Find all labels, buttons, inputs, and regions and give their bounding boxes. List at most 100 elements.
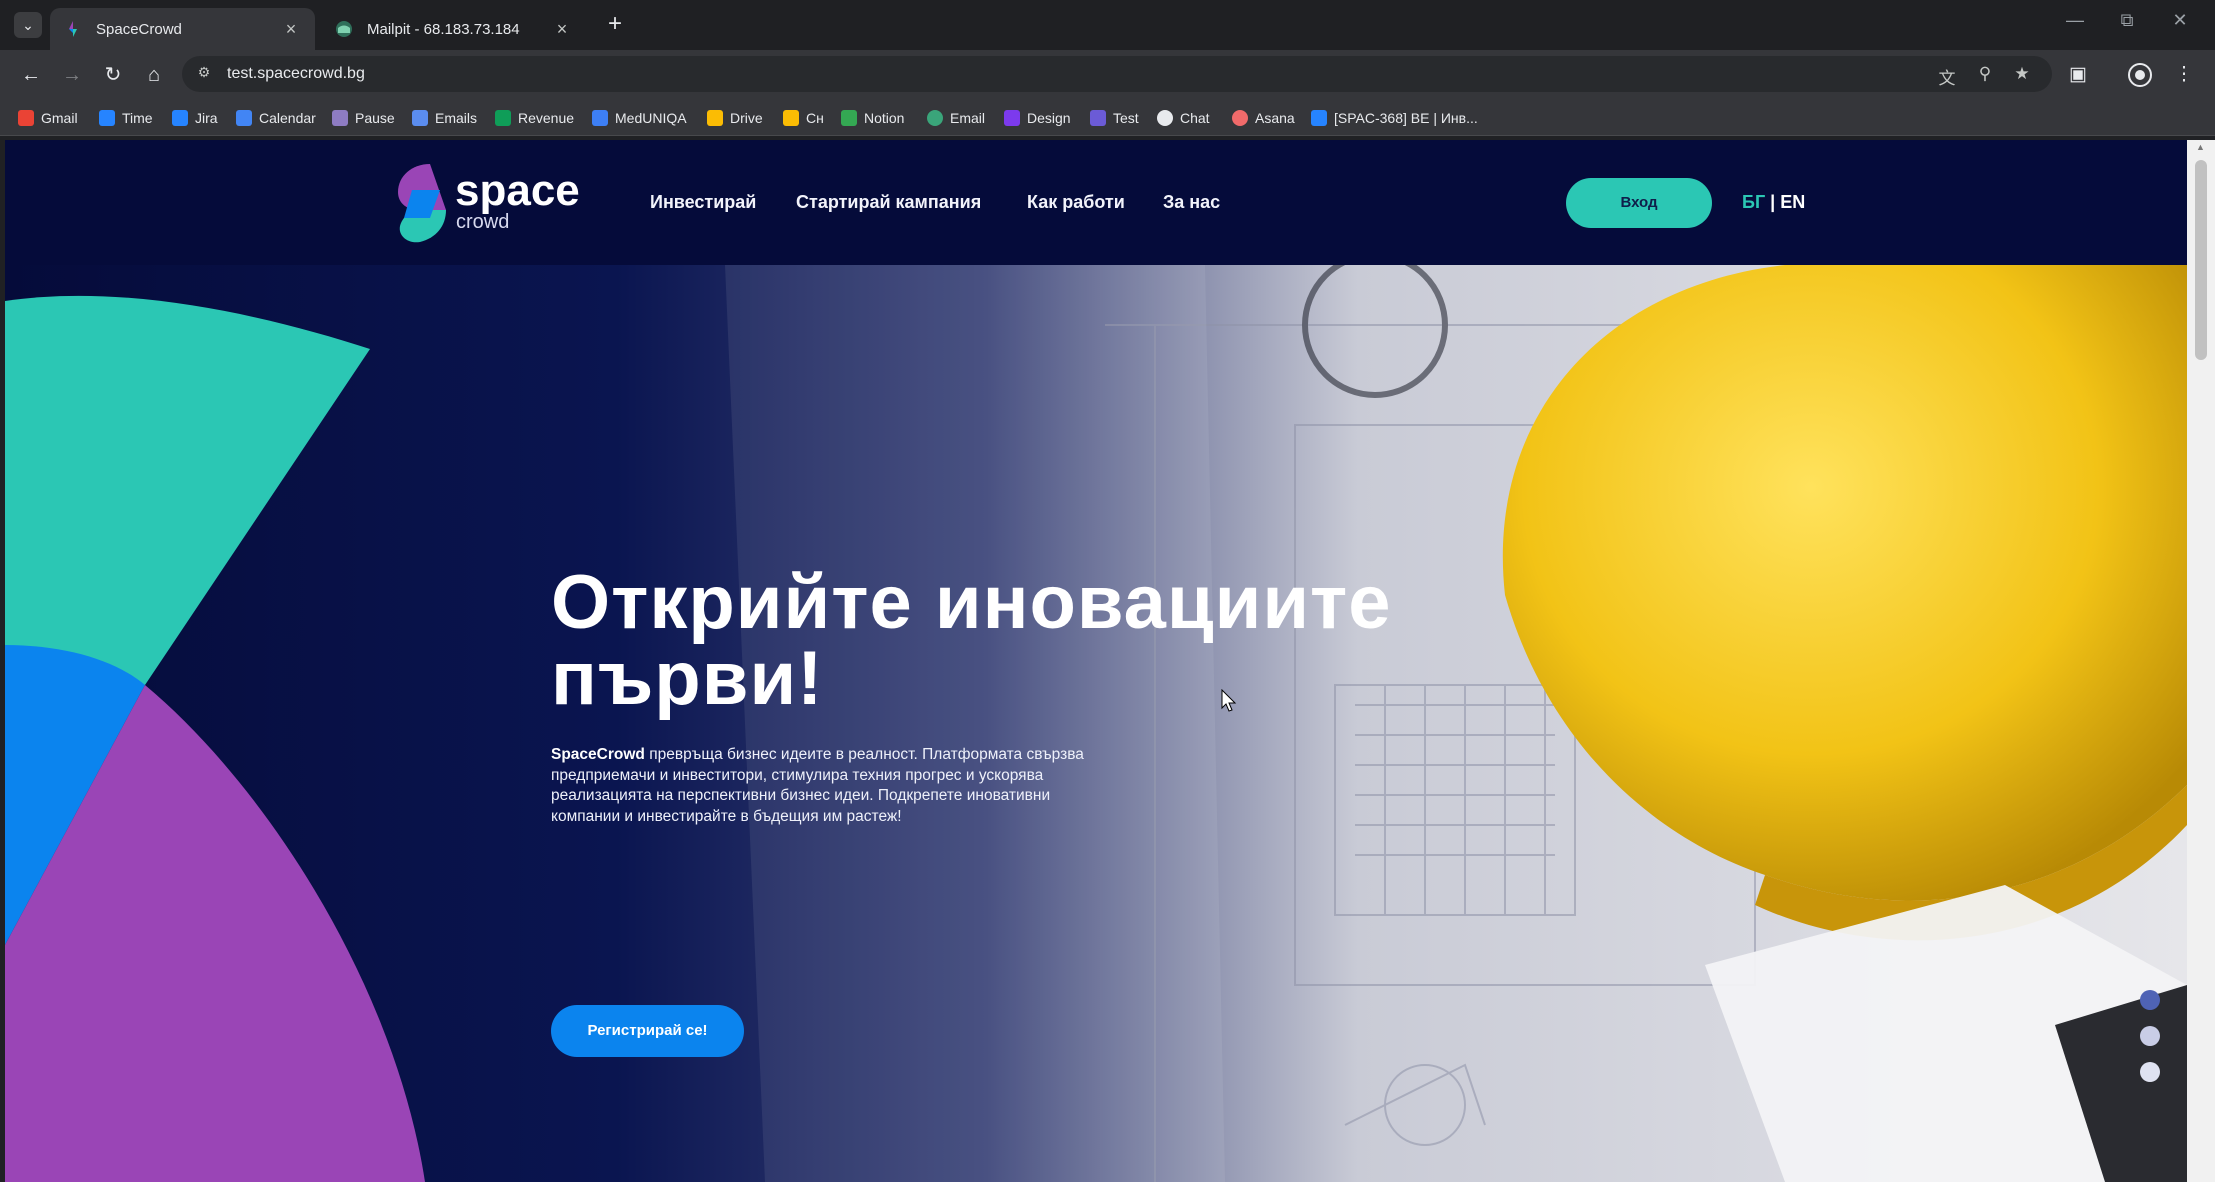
close-window-icon[interactable]: ✕: [2160, 10, 2200, 31]
globe-icon: [927, 110, 943, 126]
address-bar[interactable]: ⚙ test.spacecrowd.bg 文 ⚲ ★: [182, 56, 2052, 92]
site-info-icon[interactable]: ⚙: [194, 64, 214, 84]
page-scrollbar[interactable]: ▲: [2187, 140, 2215, 1182]
scrollbar-thumb[interactable]: [2195, 160, 2207, 360]
translate-icon[interactable]: 文: [1936, 64, 1958, 89]
nav-how-it-works[interactable]: Как работи: [1027, 192, 1125, 213]
menu-icon[interactable]: ⋮: [2168, 59, 2200, 91]
drive-icon: [783, 110, 799, 126]
drive-icon: [707, 110, 723, 126]
restore-icon[interactable]: ⧉: [2107, 10, 2147, 31]
bookmark-label: Сн: [806, 110, 824, 126]
bookmark-revenue[interactable]: Revenue: [495, 107, 574, 129]
bookmark-time[interactable]: Time: [99, 107, 153, 129]
back-button[interactable]: ←: [15, 59, 47, 91]
lang-separator: |: [1765, 192, 1781, 212]
jira-icon: [172, 110, 188, 126]
meduniqa-icon: [592, 110, 608, 126]
mouse-cursor-icon: [1221, 689, 1237, 712]
bookmark-sn[interactable]: Сн: [783, 107, 824, 129]
pause-icon: [332, 110, 348, 126]
bookmark-chat[interactable]: Chat: [1157, 107, 1210, 129]
profile-avatar[interactable]: [2124, 59, 2156, 91]
bookmark-label: Design: [1027, 110, 1071, 126]
bookmark-star-icon[interactable]: ★: [2011, 64, 2033, 84]
tab-title: SpaceCrowd: [96, 20, 182, 38]
bookmark-label: Test: [1113, 110, 1139, 126]
sheets-icon: [495, 110, 511, 126]
logo-subtext: crowd: [456, 211, 510, 233]
tab-spacecrowd[interactable]: SpaceCrowd ×: [50, 8, 315, 50]
bookmark-meduniqa[interactable]: MedUNIQA: [592, 107, 687, 129]
hero-description: SpaceCrowd превръща бизнес идеите в реал…: [551, 745, 1091, 827]
close-tab-icon[interactable]: ×: [281, 19, 301, 40]
scroll-up-icon[interactable]: ▲: [2196, 142, 2206, 152]
slider-dot[interactable]: [2140, 1062, 2160, 1082]
bookmark-label: Gmail: [41, 110, 78, 126]
close-tab-icon[interactable]: ×: [552, 19, 572, 40]
register-button[interactable]: Регистрирай се!: [551, 1005, 744, 1057]
bookmark-label: Revenue: [518, 110, 575, 126]
hero-background-image: [5, 265, 2187, 1182]
bookmark-label: Pause: [355, 110, 395, 126]
bookmark-label: Email: [950, 110, 986, 126]
forward-button[interactable]: →: [56, 59, 88, 91]
bookmark-notion[interactable]: Notion: [841, 107, 904, 129]
bookmark-gmail[interactable]: Gmail: [18, 107, 78, 129]
design-icon: [1004, 110, 1020, 126]
language-switcher: БГ | EN: [1742, 192, 1805, 213]
bookmark-label: Drive: [730, 110, 763, 126]
hero-title-line: Открийте иновациите: [551, 560, 1392, 645]
asana-icon: [1232, 110, 1248, 126]
hero-title-line: първи!: [551, 636, 824, 721]
bookmark-emails[interactable]: Emails: [412, 107, 477, 129]
people-icon: [412, 110, 428, 126]
nav-invest[interactable]: Инвестирай: [650, 192, 756, 213]
spacecrowd-icon: [1090, 110, 1106, 126]
bookmark-label: Time: [122, 110, 153, 126]
url-text[interactable]: test.spacecrowd.bg: [227, 65, 365, 83]
slider-dots: [2140, 990, 2160, 1098]
logo-text: space: [455, 166, 580, 215]
home-button[interactable]: ⌂: [138, 59, 170, 91]
reload-button[interactable]: ↻: [97, 59, 129, 91]
chevron-down-icon: ⌄: [22, 16, 34, 33]
lang-bg-link[interactable]: БГ: [1742, 192, 1765, 212]
slider-dot[interactable]: [2140, 1026, 2160, 1046]
tab-mailpit[interactable]: Mailpit - 68.183.73.184 ×: [321, 8, 586, 50]
bookmark-pause[interactable]: Pause: [332, 107, 395, 129]
bookmark-jira[interactable]: Jira: [172, 107, 218, 129]
bookmark-drive[interactable]: Drive: [707, 107, 763, 129]
lang-en-link[interactable]: EN: [1780, 192, 1805, 212]
browser-toolbar: ← → ↻ ⌂ ⚙ test.spacecrowd.bg 文 ⚲ ★ ▣ ⋮: [0, 50, 2215, 100]
spacecrowd-favicon-icon: [69, 21, 77, 37]
nav-start-campaign[interactable]: Стартирай кампания: [796, 192, 981, 213]
bookmark-design[interactable]: Design: [1004, 107, 1071, 129]
login-button[interactable]: Вход: [1566, 178, 1712, 228]
extensions-icon[interactable]: ▣: [2062, 59, 2094, 91]
bookmark-asana[interactable]: Asana: [1232, 107, 1295, 129]
gmail-icon: [18, 110, 34, 126]
bookmark-test[interactable]: Test: [1090, 107, 1139, 129]
bookmark-label: Emails: [435, 110, 478, 126]
bookmark-label: MedUNIQA: [615, 110, 687, 126]
bookmark-email[interactable]: Email: [927, 107, 985, 129]
bookmark-label: Calendar: [259, 110, 316, 126]
mailpit-favicon-icon: [336, 21, 352, 37]
new-tab-button[interactable]: +: [600, 10, 630, 40]
bookmark-spac-368[interactable]: [SPAC-368] BE | Инв...: [1311, 107, 1478, 129]
nav-about-us[interactable]: За нас: [1163, 192, 1220, 213]
tab-strip: ⌄ SpaceCrowd × Mailpit - 68.183.73.184 ×…: [0, 0, 2215, 50]
web-page: space crowd Инвестирай Стартирай кампани…: [5, 140, 2187, 1182]
check-icon: [841, 110, 857, 126]
tab-search-button[interactable]: ⌄: [14, 12, 42, 38]
bookmarks-bar: Gmail Time Jira Calendar Pause Emails Re…: [0, 100, 2215, 136]
hero-section: Открийте иновациите първи! SpaceCrowd пр…: [5, 265, 2187, 1182]
bookmark-calendar[interactable]: Calendar: [236, 107, 316, 129]
jira-icon: [1311, 110, 1327, 126]
hero-brand-name: SpaceCrowd: [551, 746, 645, 763]
zoom-icon[interactable]: ⚲: [1974, 64, 1996, 84]
slider-dot[interactable]: [2140, 990, 2160, 1010]
bookmark-label: Chat: [1180, 110, 1210, 126]
minimize-icon[interactable]: —: [2055, 10, 2095, 31]
